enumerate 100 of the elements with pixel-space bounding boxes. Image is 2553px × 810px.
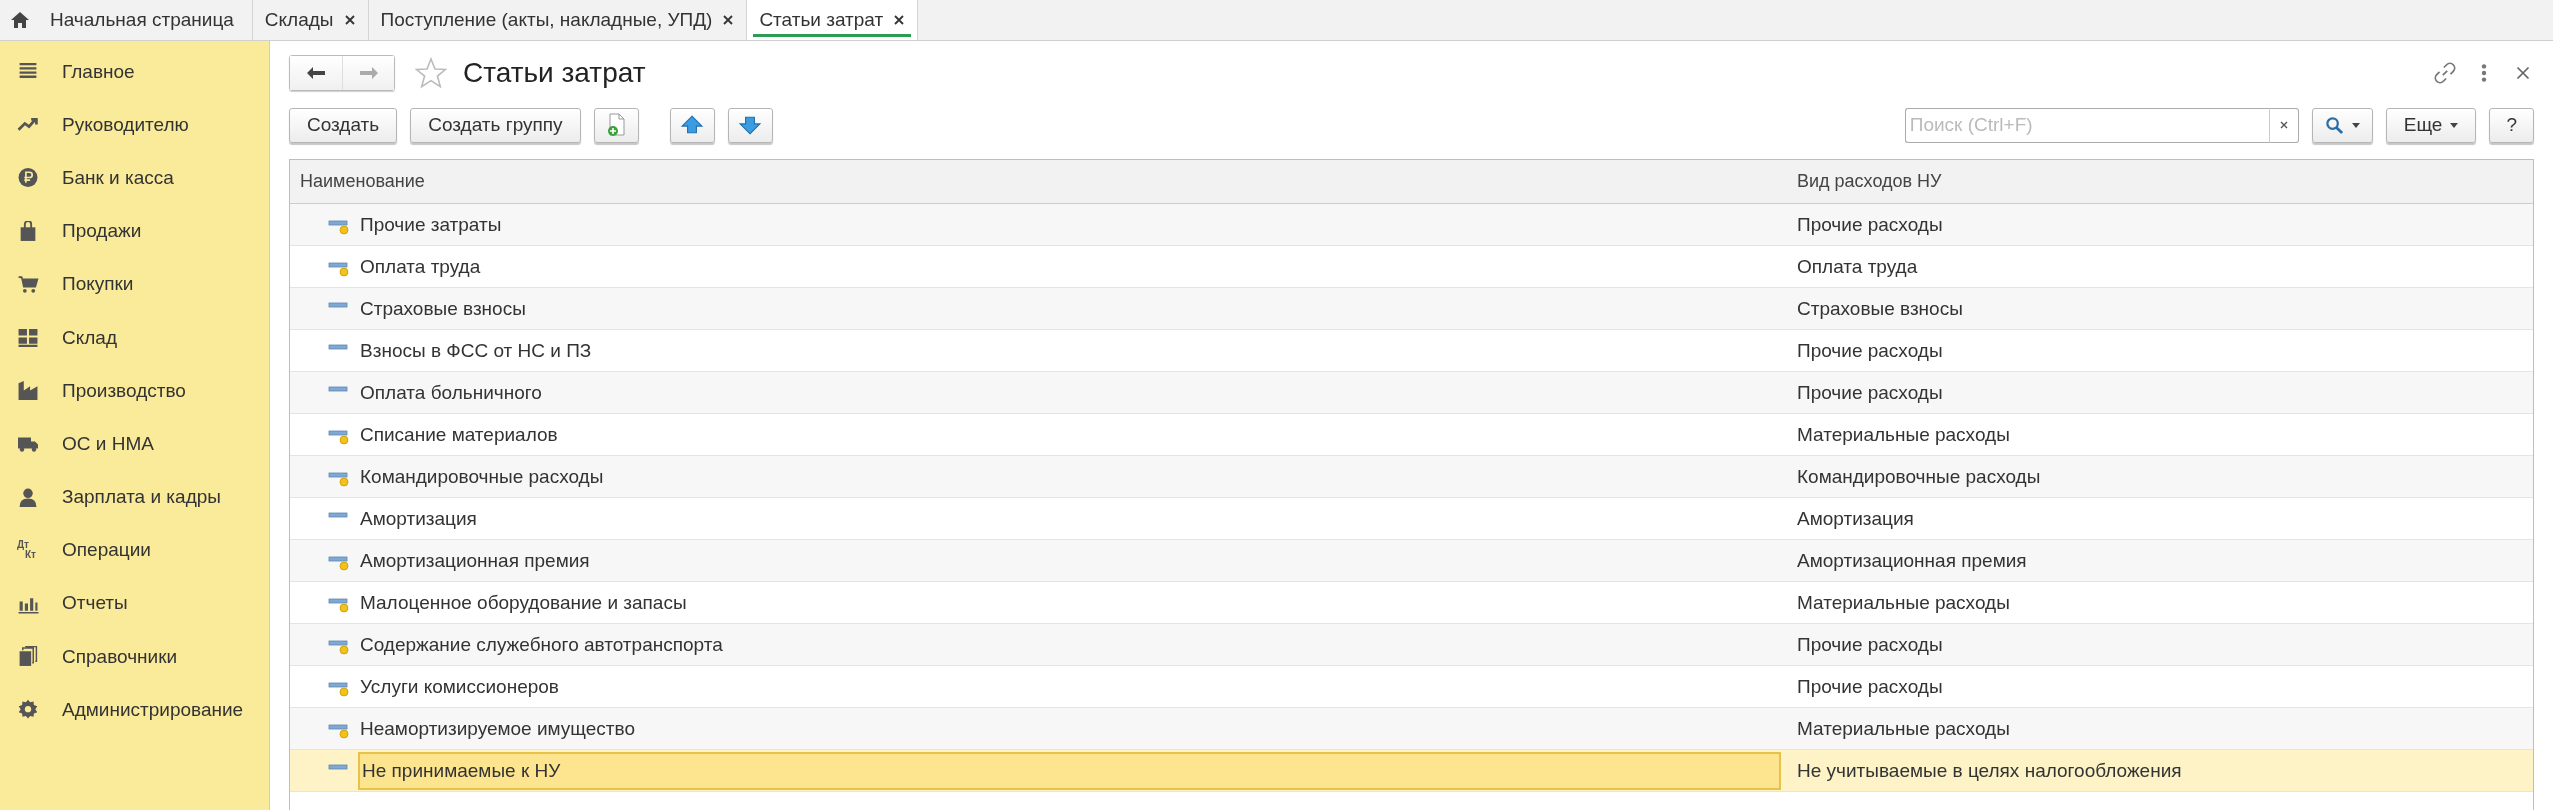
table-cell: Материальные расходы xyxy=(1797,591,2010,614)
table-cell: Прочие расходы xyxy=(1797,339,1943,362)
table-cell-text: Оплата больничного xyxy=(359,380,543,405)
item-with-dot-icon xyxy=(328,553,350,572)
item-with-dot-icon xyxy=(328,217,350,236)
sidebar-item[interactable]: Покупки xyxy=(0,257,269,311)
gear-icon xyxy=(17,699,39,721)
back-button[interactable] xyxy=(290,56,342,90)
close-icon[interactable] xyxy=(343,14,356,26)
column-header[interactable]: Наименование xyxy=(290,160,1787,203)
sidebar-item[interactable]: Продажи xyxy=(0,204,269,258)
item-icon xyxy=(328,301,348,308)
clear-button[interactable] xyxy=(2268,107,2299,143)
help-button[interactable]: ? xyxy=(2489,107,2534,143)
table-cell: Прочие расходы xyxy=(1797,675,1943,698)
sidebar-item[interactable]: Руководителю xyxy=(0,98,269,152)
create-group-button[interactable]: Создать группу xyxy=(410,107,581,143)
table-cell-text: Командировочные расходы xyxy=(359,464,605,489)
table-cell: Прочие расходы xyxy=(1797,633,1943,656)
sidebar-item[interactable]: Дт Кт Операции xyxy=(0,523,269,577)
close-icon[interactable] xyxy=(893,14,906,26)
table-row[interactable]: Командировочные расходы Командировочные расходы xyxy=(290,456,2533,498)
ruble-icon xyxy=(17,167,39,189)
table-cell: Амортизационная премия xyxy=(1797,549,2027,572)
sidebar-item[interactable]: Справочники xyxy=(0,630,269,684)
table-cell-text: Малоценное оборудование и запасы xyxy=(359,590,688,615)
move-down-button[interactable] xyxy=(727,107,773,143)
sidebar-item[interactable]: Банк и касса xyxy=(0,151,269,205)
table-cell: Командировочные расходы xyxy=(1797,465,2041,488)
more-icon[interactable] xyxy=(2480,62,2488,84)
table-cell-text: Страховые взносы xyxy=(359,296,527,321)
sidebar-item[interactable]: Главное xyxy=(0,45,269,99)
books-icon xyxy=(17,646,39,668)
left-arrow-icon xyxy=(306,66,326,80)
sidebar-item[interactable]: ОС и НМА xyxy=(0,417,269,471)
table-row[interactable]: Страховые взносы Страховые взносы xyxy=(290,288,2533,330)
table-cell: Не учитываемые в целях налогообложения xyxy=(1797,759,2182,782)
table-cell-text: Амортизационная премия xyxy=(359,548,591,573)
link-icon[interactable] xyxy=(2434,62,2456,84)
factory-icon xyxy=(17,380,39,402)
sidebar-item[interactable]: Администрирование xyxy=(0,683,269,737)
grid-icon xyxy=(17,327,39,349)
table-cell: Оплата труда xyxy=(1797,255,1918,278)
item-with-dot-icon xyxy=(328,259,350,278)
debit-credit-icon: Дт Кт xyxy=(17,540,36,561)
table-cell-text: Списание материалов xyxy=(359,422,559,447)
move-up-button[interactable] xyxy=(669,107,715,143)
sidebar-item[interactable]: Отчеты xyxy=(0,576,269,631)
table-row[interactable]: Амортизационная премия Амортизационная премия xyxy=(290,540,2533,582)
item-with-dot-icon xyxy=(328,469,350,488)
table-cell-text: Услуги комиссионеров xyxy=(359,674,560,699)
column-header[interactable]: Вид расходов НУ xyxy=(1787,160,2533,203)
table-cell: Страховые взносы xyxy=(1797,297,1963,320)
item-with-dot-icon xyxy=(328,679,350,698)
person-icon xyxy=(17,486,39,508)
item-with-dot-icon xyxy=(328,637,350,656)
table-cell: Прочие расходы xyxy=(1797,381,1943,404)
caret-icon xyxy=(2450,122,2459,128)
table-row[interactable]: Оплата больничного Прочие расходы xyxy=(290,372,2533,414)
table-row[interactable]: Не принимаемые к НУ Не учитываемые в целях налогообложения xyxy=(290,750,2533,792)
table-cell: Материальные расходы xyxy=(1797,717,2010,740)
table-row[interactable]: Неамортизируемое имущество Материальные расходы xyxy=(290,708,2533,750)
search-icon xyxy=(2324,115,2344,135)
tab[interactable]: Склады xyxy=(252,0,369,40)
copy-button[interactable] xyxy=(593,107,639,143)
more-button[interactable]: Еще xyxy=(2385,107,2477,143)
table-cell-text: Оплата труда xyxy=(359,254,482,279)
table-cell-text: Неамортизируемое имущество xyxy=(359,716,636,741)
table-cell-text: Взносы в ФСС от НС и ПЗ xyxy=(359,338,593,363)
sidebar-item[interactable]: Зарплата и кадры xyxy=(0,470,269,524)
search-field[interactable]: Поиск (Ctrl+F) xyxy=(1904,107,2269,143)
table-row[interactable]: Содержание служебного автотранспорта Прочие расходы xyxy=(290,624,2533,666)
create-button[interactable]: Создать xyxy=(289,107,398,143)
item-with-dot-icon xyxy=(328,721,350,740)
cart-icon xyxy=(17,273,39,295)
new-document-icon xyxy=(605,113,628,137)
item-icon xyxy=(328,343,348,350)
table-cell: Не принимаемые к НУ xyxy=(358,751,1781,790)
item-with-dot-icon xyxy=(328,595,350,614)
sidebar-item[interactable]: Производство xyxy=(0,364,269,418)
search-button[interactable] xyxy=(2311,107,2373,143)
tab[interactable]: Статьи затрат xyxy=(747,0,919,40)
table-cell-text: Амортизация xyxy=(359,506,478,531)
table-cell: Амортизация xyxy=(1797,507,1914,530)
caret-icon xyxy=(2351,122,2360,128)
tab[interactable]: Начальная страница xyxy=(0,0,253,40)
item-icon xyxy=(328,385,348,392)
item-with-dot-icon xyxy=(328,427,350,446)
form-title: Статьи затрат xyxy=(463,57,646,89)
table-cell-text: Прочие затраты xyxy=(359,212,503,237)
table-row[interactable]: Прочие затраты Прочие расходы xyxy=(290,204,2533,246)
close-icon[interactable] xyxy=(722,14,735,26)
home-icon xyxy=(10,11,30,29)
table-cell: Материальные расходы xyxy=(1797,423,2010,446)
table-cell-text: Содержание служебного автотранспорта xyxy=(359,632,724,657)
table-cell: Прочие расходы xyxy=(1797,213,1943,236)
sidebar-item[interactable]: Склад xyxy=(0,310,269,365)
star-icon[interactable] xyxy=(415,57,447,89)
item-icon xyxy=(328,511,348,518)
right-arrow-icon xyxy=(358,66,379,80)
